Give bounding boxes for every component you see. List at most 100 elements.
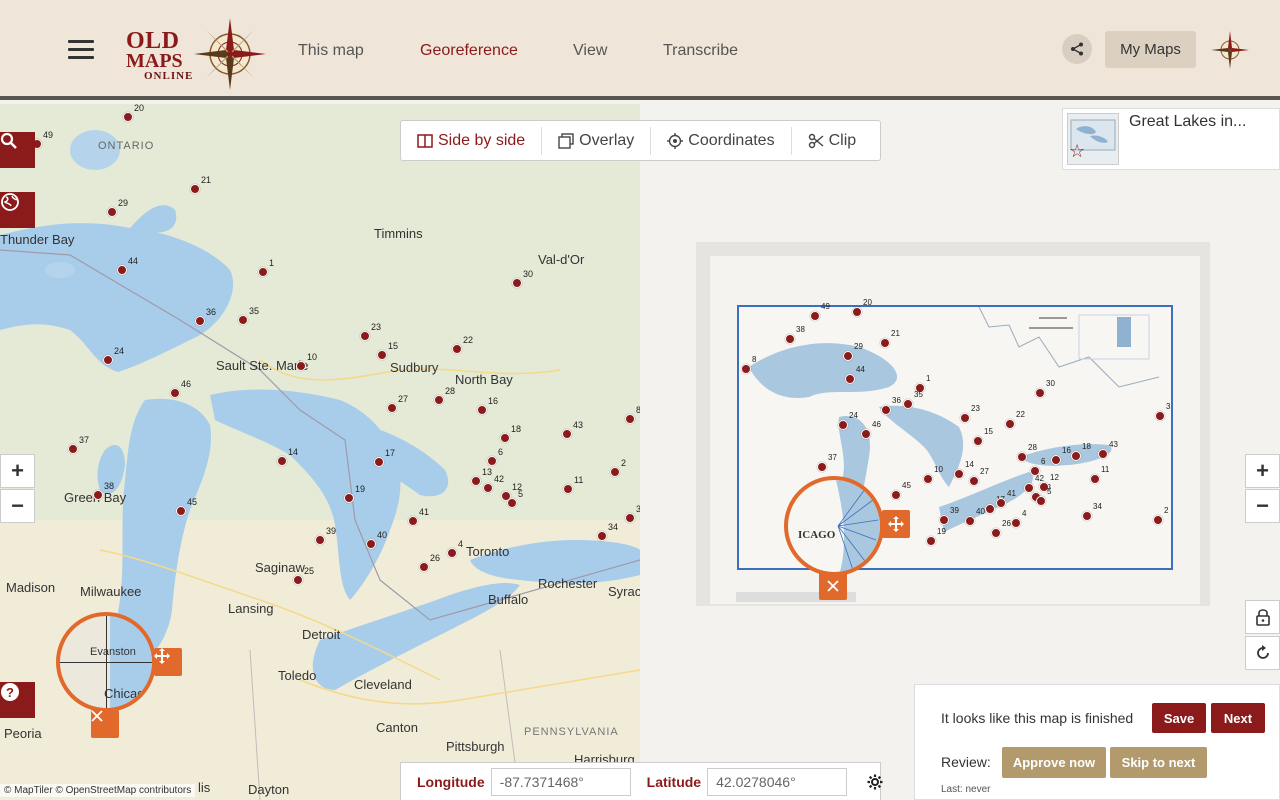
skip-to-next-button[interactable]: Skip to next xyxy=(1110,747,1207,778)
control-point[interactable] xyxy=(123,112,133,122)
tool-side-by-side[interactable]: Side by side xyxy=(401,126,543,155)
control-point[interactable] xyxy=(881,405,891,415)
control-point[interactable] xyxy=(477,405,487,415)
control-point[interactable] xyxy=(68,444,78,454)
loupe-move-handle[interactable] xyxy=(154,648,182,676)
scan-loupe-move-handle[interactable] xyxy=(882,510,910,538)
control-point[interactable] xyxy=(625,513,635,523)
magnifier-loupe[interactable]: Evanston Chicago xyxy=(56,612,156,712)
control-point[interactable] xyxy=(500,433,510,443)
favorite-star-icon[interactable]: ☆ xyxy=(1069,141,1085,162)
nav-view[interactable]: View xyxy=(573,42,607,60)
control-point[interactable] xyxy=(1017,452,1027,462)
control-point[interactable] xyxy=(891,490,901,500)
control-point[interactable] xyxy=(1071,451,1081,461)
loupe-close-button[interactable] xyxy=(91,710,119,738)
control-point[interactable] xyxy=(610,467,620,477)
my-maps-button[interactable]: My Maps xyxy=(1105,31,1196,68)
control-point[interactable] xyxy=(366,539,376,549)
control-point[interactable] xyxy=(315,535,325,545)
control-point[interactable] xyxy=(810,311,820,321)
globe-button[interactable] xyxy=(0,192,35,228)
control-point[interactable] xyxy=(1153,515,1163,525)
save-button[interactable]: Save xyxy=(1152,703,1206,733)
control-point[interactable] xyxy=(903,399,913,409)
control-point[interactable] xyxy=(1090,474,1100,484)
left-zoom-out-button[interactable]: − xyxy=(0,489,35,523)
control-point[interactable] xyxy=(238,315,248,325)
right-zoom-in-button[interactable]: + xyxy=(1245,454,1280,488)
control-point[interactable] xyxy=(374,457,384,467)
map-thumbnail-card[interactable]: ☆ Great Lakes in... xyxy=(1062,108,1280,170)
tool-overlay[interactable]: Overlay xyxy=(542,126,652,155)
control-point[interactable] xyxy=(843,351,853,361)
control-point[interactable] xyxy=(452,344,462,354)
nav-this-map[interactable]: This map xyxy=(298,42,364,60)
left-zoom-in-button[interactable]: + xyxy=(0,454,35,488)
control-point[interactable] xyxy=(960,413,970,423)
right-zoom-out-button[interactable]: − xyxy=(1245,489,1280,523)
map-attribution[interactable]: © MapTiler © OpenStreetMap contributors xyxy=(0,784,196,797)
control-point[interactable] xyxy=(277,456,287,466)
nav-transcribe[interactable]: Transcribe xyxy=(663,42,738,60)
control-point[interactable] xyxy=(93,490,103,500)
control-point[interactable] xyxy=(985,504,995,514)
control-point[interactable] xyxy=(1036,496,1046,506)
scan-loupe-close-button[interactable] xyxy=(819,572,847,600)
control-point[interactable] xyxy=(170,388,180,398)
search-button[interactable] xyxy=(0,132,35,168)
control-point[interactable] xyxy=(562,429,572,439)
control-point[interactable] xyxy=(117,265,127,275)
control-point[interactable] xyxy=(817,462,827,472)
longitude-input[interactable] xyxy=(490,767,631,796)
control-point[interactable] xyxy=(923,474,933,484)
scan-magnifier-loupe[interactable]: ICAGO xyxy=(784,476,884,576)
tool-clip[interactable]: Clip xyxy=(792,127,873,155)
control-point[interactable] xyxy=(293,575,303,585)
control-point[interactable] xyxy=(785,334,795,344)
control-point[interactable] xyxy=(296,361,306,371)
control-point[interactable] xyxy=(512,278,522,288)
latitude-input[interactable] xyxy=(707,767,848,796)
control-point[interactable] xyxy=(838,420,848,430)
control-point[interactable] xyxy=(258,267,268,277)
control-point[interactable] xyxy=(852,307,862,317)
control-point[interactable] xyxy=(487,456,497,466)
modern-map[interactable]: ONTARIO Thunder Bay Timmins Val-d'Or Sau… xyxy=(0,104,640,800)
logo[interactable]: OLD MAPS ONLINE xyxy=(122,12,272,92)
control-point[interactable] xyxy=(880,338,890,348)
control-point[interactable] xyxy=(996,498,1006,508)
control-point[interactable] xyxy=(1005,419,1015,429)
control-point[interactable] xyxy=(377,350,387,360)
control-point[interactable] xyxy=(1051,455,1061,465)
control-point[interactable] xyxy=(107,207,117,217)
control-point[interactable] xyxy=(1082,511,1092,521)
control-point[interactable] xyxy=(507,498,517,508)
lock-button[interactable] xyxy=(1245,600,1280,634)
control-point[interactable] xyxy=(447,548,457,558)
control-point[interactable] xyxy=(991,528,1001,538)
control-point[interactable] xyxy=(625,414,635,424)
control-point[interactable] xyxy=(1155,411,1165,421)
menu-icon[interactable] xyxy=(68,40,94,60)
tool-coordinates[interactable]: Coordinates xyxy=(651,126,792,155)
control-point[interactable] xyxy=(344,493,354,503)
control-point[interactable] xyxy=(845,374,855,384)
control-point[interactable] xyxy=(360,331,370,341)
control-point[interactable] xyxy=(419,562,429,572)
control-point[interactable] xyxy=(969,476,979,486)
control-point[interactable] xyxy=(1024,483,1034,493)
rotate-button[interactable] xyxy=(1245,636,1280,670)
control-point[interactable] xyxy=(103,355,113,365)
control-point[interactable] xyxy=(483,483,493,493)
control-point[interactable] xyxy=(954,469,964,479)
nav-georeference[interactable]: Georeference xyxy=(420,42,518,60)
control-point[interactable] xyxy=(408,516,418,526)
control-point[interactable] xyxy=(434,395,444,405)
avatar[interactable] xyxy=(1210,30,1250,70)
control-point[interactable] xyxy=(471,476,481,486)
control-point[interactable] xyxy=(926,536,936,546)
control-point[interactable] xyxy=(176,506,186,516)
share-button[interactable] xyxy=(1062,34,1092,64)
control-point[interactable] xyxy=(1035,388,1045,398)
